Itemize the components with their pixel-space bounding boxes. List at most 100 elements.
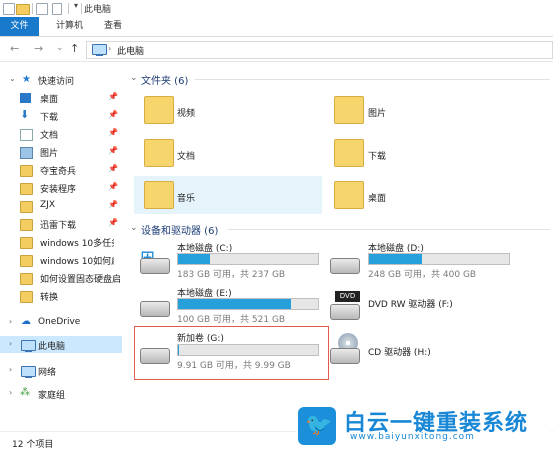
pin-icon: 📌 (108, 200, 118, 209)
usage-fill (178, 299, 292, 309)
videos-folder-icon (144, 96, 174, 124)
properties-icon[interactable] (36, 3, 48, 15)
folder-icon (20, 219, 33, 231)
sidebar-item-label: 转换 (40, 293, 59, 303)
pin-icon: 📌 (108, 164, 118, 173)
folder-icon[interactable] (16, 4, 30, 15)
this-pc-icon (21, 340, 36, 352)
document-icon (20, 129, 33, 141)
chevron-down-icon[interactable]: ⌄ (130, 73, 138, 83)
onedrive-cloud-icon: ☁ (21, 316, 31, 327)
drive-d-free: 248 GB 可用，共 400 GB (368, 270, 477, 280)
watermark-url: www.baiyunxitong.com (350, 432, 475, 442)
sidebar-item-label: 安装程序 (40, 185, 77, 195)
folder-pictures[interactable]: 图片 (368, 106, 386, 119)
window-title: 此电脑 (84, 5, 112, 15)
drive-c-free: 183 GB 可用，共 237 GB (177, 270, 286, 280)
customize-quick-access-icon[interactable]: ▾ (74, 1, 78, 10)
new-folder-icon[interactable] (52, 3, 62, 15)
sidebar-item-label: 下载 (40, 113, 59, 123)
chevron-down-icon[interactable]: ⌄ (9, 74, 16, 83)
drive-g-label[interactable]: 新加卷 (G:) (177, 331, 224, 344)
drive-g-free: 9.91 GB 可用，共 9.99 GB (177, 361, 291, 371)
desktop-folder-icon (334, 181, 364, 209)
sidebar-onedrive[interactable]: OneDrive (38, 317, 80, 327)
sidebar-item-label: ZJX (40, 200, 55, 210)
documents-folder-icon (144, 139, 174, 167)
sidebar-item-label: 迅雷下载 (40, 221, 77, 231)
optical-drive-icon (330, 304, 360, 320)
sidebar-item-label: 桌面 (40, 95, 59, 105)
pin-icon: 📌 (108, 182, 118, 191)
sidebar-item-folder[interactable]: 安装程序 📌 (20, 180, 124, 196)
sidebar-item-folder[interactable]: 夺宝奇兵 📌 (20, 162, 124, 178)
drive-e-usage-bar (177, 298, 319, 310)
drive-h-label[interactable]: CD 驱动器 (H:) (368, 345, 431, 358)
drive-g-usage-bar (177, 344, 319, 356)
folders-section-header[interactable]: 文件夹 (6) (141, 72, 188, 87)
pin-icon: 📌 (108, 110, 118, 119)
folder-documents[interactable]: 文档 (177, 149, 195, 162)
folder-music[interactable]: 音乐 (177, 191, 195, 204)
drives-section-header[interactable]: 设备和驱动器 (6) (141, 222, 218, 237)
homegroup-icon: ⁂ (20, 387, 30, 398)
this-pc-icon (92, 44, 107, 56)
sidebar-network[interactable]: 网络 (38, 365, 56, 378)
recent-locations-button[interactable]: ⌄ (56, 43, 64, 53)
folder-icon (20, 291, 33, 303)
breadcrumb-separator-icon[interactable]: › (108, 44, 111, 53)
sidebar-item-folder[interactable]: windows 10多任务 (20, 234, 124, 250)
address-bar[interactable] (86, 41, 553, 59)
folder-icon (20, 165, 33, 177)
sidebar-item-label: 夺宝奇兵 (40, 167, 77, 177)
separator (81, 3, 82, 14)
sidebar-item-label: windows 10如何启 (40, 257, 114, 267)
sidebar-item-folder[interactable]: ZJX 📌 (20, 198, 124, 214)
chevron-down-icon[interactable]: ⌄ (130, 223, 138, 233)
sidebar-homegroup[interactable]: 家庭组 (38, 388, 65, 401)
chevron-right-icon[interactable]: › (9, 317, 12, 326)
sidebar-item-folder[interactable]: 转换 (20, 288, 124, 304)
sidebar-item-downloads[interactable]: ⬇ 下载 📌 (20, 108, 124, 124)
bird-glyph-icon: 🐦 (305, 413, 333, 438)
optical-drive-icon (330, 348, 360, 364)
pin-icon: 📌 (108, 218, 118, 227)
sidebar-item-folder[interactable]: windows 10如何启 (20, 252, 124, 268)
desktop-icon (20, 93, 31, 103)
title-bar (0, 0, 553, 17)
pin-icon: 📌 (108, 128, 118, 137)
folder-downloads[interactable]: 下载 (368, 149, 386, 162)
star-icon: ★ (22, 74, 31, 85)
sidebar-item-label: 文档 (40, 131, 59, 141)
sidebar-item-desktop[interactable]: 桌面 📌 (20, 90, 124, 106)
drive-c-usage-bar (177, 253, 319, 265)
app-icon[interactable] (3, 3, 15, 15)
sidebar-quick-access[interactable]: 快速访问 (38, 74, 74, 87)
address-text[interactable]: 此电脑 (117, 44, 144, 57)
section-divider (228, 229, 550, 230)
sidebar-item-folder[interactable]: 迅雷下载 📌 (20, 216, 124, 232)
chevron-right-icon[interactable]: › (9, 365, 12, 374)
tab-computer[interactable]: 计算机 (56, 17, 83, 36)
back-button[interactable]: ← (10, 42, 19, 55)
chevron-right-icon[interactable]: › (9, 388, 12, 397)
pictures-folder-icon (334, 96, 364, 124)
item-count: 12 个项目 (12, 440, 54, 450)
folder-icon (20, 273, 33, 285)
sidebar-item-label: 如何设置固态硬盘启 (40, 275, 122, 285)
tab-view[interactable]: 查看 (104, 17, 122, 36)
downloads-folder-icon (334, 139, 364, 167)
sidebar-item-folder[interactable]: 如何设置固态硬盘启 (20, 270, 124, 286)
usage-fill (178, 345, 180, 355)
folder-desktop[interactable]: 桌面 (368, 191, 386, 204)
up-button[interactable]: ↑ (70, 42, 79, 55)
folder-icon (20, 237, 33, 249)
network-icon (21, 366, 36, 378)
sidebar-item-pictures[interactable]: 图片 📌 (20, 144, 124, 160)
chevron-right-icon[interactable]: › (9, 339, 12, 348)
forward-button[interactable]: → (34, 42, 43, 55)
drive-f-label[interactable]: DVD RW 驱动器 (F:) (368, 297, 453, 310)
sidebar-item-documents[interactable]: 文档 📌 (20, 126, 124, 142)
tab-file[interactable]: 文件 (0, 17, 39, 36)
folder-videos[interactable]: 视频 (177, 106, 195, 119)
